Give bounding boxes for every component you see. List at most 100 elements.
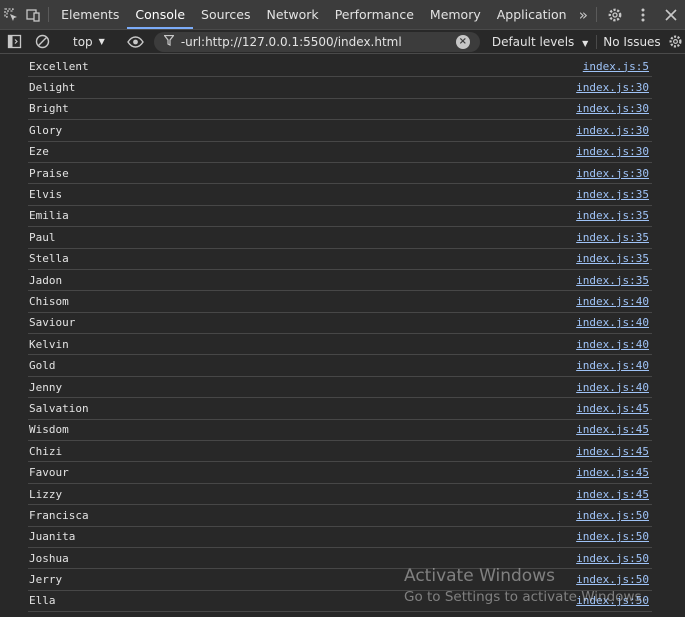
console-source-link[interactable]: index.js:35 [576, 209, 652, 222]
console-source-link[interactable]: index.js:30 [576, 124, 652, 137]
console-source-link[interactable]: index.js:50 [576, 509, 652, 522]
console-source-link[interactable]: index.js:45 [576, 466, 652, 479]
console-source-link[interactable]: index.js:30 [576, 81, 652, 94]
console-message-text: Ella [29, 594, 56, 608]
console-message: Gold index.js:40 [28, 355, 652, 377]
console-message-text: Jadon [29, 273, 63, 287]
toolbar-divider [596, 7, 598, 22]
console-source-link[interactable]: index.js:45 [576, 402, 652, 415]
console-message-text: Excellent [29, 59, 89, 73]
device-toolbar-icon[interactable] [22, 0, 44, 29]
tab-memory[interactable]: Memory [422, 0, 489, 29]
console-message-text: Joshua [29, 551, 69, 565]
filter-input[interactable] [180, 34, 456, 49]
console-message: Eze index.js:30 [28, 142, 652, 163]
console-message: Saviour index.js:40 [28, 313, 652, 335]
console-message-text: Chizi [29, 444, 63, 458]
console-message: Chizi index.js:45 [28, 441, 652, 463]
chevron-down-icon: ▼ [98, 37, 105, 46]
inspect-element-icon[interactable] [0, 0, 22, 29]
console-message-text: Delight [29, 81, 76, 95]
console-source-link[interactable]: index.js:35 [576, 252, 652, 265]
console-source-link[interactable]: index.js:40 [576, 295, 652, 308]
console-message: Delight index.js:30 [28, 77, 652, 99]
console-message-text: Jerry [29, 573, 63, 587]
context-selector[interactable]: top ▼ [65, 35, 113, 49]
console-message: Lizzy index.js:45 [28, 484, 652, 506]
console-message: Stella index.js:35 [28, 249, 652, 270]
issues-counter[interactable]: No Issues [596, 34, 666, 49]
console-message: Paul index.js:35 [28, 227, 652, 249]
console-message: Jadon index.js:35 [28, 270, 652, 292]
console-toolbar: top ▼ × Default levels ▼ No Issues [0, 30, 685, 54]
kebab-menu-icon[interactable] [629, 0, 657, 29]
console-message: Favour index.js:45 [28, 462, 652, 484]
close-icon[interactable] [657, 0, 685, 29]
windows-activation-watermark: Activate Windows Go to Settings to activ… [404, 566, 646, 605]
console-message-text: Wisdom [29, 423, 69, 437]
console-message-text: Saviour [29, 316, 76, 330]
tab-application[interactable]: Application [489, 0, 575, 29]
log-levels-label: Default levels [491, 34, 575, 49]
console-source-link[interactable]: index.js:35 [576, 188, 652, 201]
chevron-down-icon: ▼ [582, 38, 589, 48]
watermark-subtitle: Go to Settings to activate Windows. [404, 589, 646, 605]
console-message-text: Bright [29, 102, 69, 116]
tab-elements[interactable]: Elements [53, 0, 127, 29]
more-tabs-chevron-icon[interactable]: » [575, 0, 592, 29]
gear-icon[interactable] [601, 0, 629, 29]
clear-filter-icon[interactable]: × [455, 34, 470, 49]
console-message-text: Chisom [29, 294, 69, 308]
console-source-link[interactable]: index.js:30 [576, 102, 652, 115]
console-message-text: Glory [29, 123, 63, 137]
console-message-text: Francisca [29, 508, 89, 522]
console-message-text: Stella [29, 252, 69, 266]
clear-console-icon[interactable] [28, 34, 56, 49]
console-source-link[interactable]: index.js:45 [576, 445, 652, 458]
console-source-link[interactable]: index.js:50 [576, 552, 652, 565]
console-message-text: Favour [29, 466, 69, 480]
console-source-link[interactable]: index.js:40 [576, 381, 652, 394]
sidebar-toggle-icon[interactable] [0, 34, 28, 49]
devtools-tabbar: Elements Console Sources Network Perform… [0, 0, 685, 30]
console-message-text: Juanita [29, 530, 76, 544]
tab-performance[interactable]: Performance [327, 0, 422, 29]
toolbar-divider [48, 7, 50, 22]
console-message: Glory index.js:30 [28, 120, 652, 142]
console-message: Emilia index.js:35 [28, 206, 652, 228]
console-source-link[interactable]: index.js:40 [576, 359, 652, 372]
log-levels-dropdown[interactable]: Default levels ▼ [480, 35, 596, 49]
tab-network[interactable]: Network [258, 0, 326, 29]
console-source-link[interactable]: index.js:45 [576, 423, 652, 436]
console-message-text: Paul [29, 230, 56, 244]
console-source-link[interactable]: index.js:5 [583, 60, 652, 73]
console-message-text: Kelvin [29, 337, 69, 351]
console-message-text: Jenny [29, 380, 63, 394]
console-message: Bright index.js:30 [28, 99, 652, 121]
console-message-text: Lizzy [29, 487, 63, 501]
console-message: Elvis index.js:35 [28, 184, 652, 206]
console-source-link[interactable]: index.js:30 [576, 167, 652, 180]
console-messages: Excellent index.js:5 Delight index.js:30 Bri… [28, 56, 652, 617]
tab-console[interactable]: Console [127, 0, 193, 29]
console-settings-gear-icon[interactable] [667, 34, 685, 49]
console-message: Excellent index.js:5 [28, 56, 652, 78]
filter-box[interactable]: × [153, 31, 480, 52]
watermark-title: Activate Windows [404, 566, 555, 586]
console-message-text: Praise [29, 166, 69, 180]
console-source-link[interactable]: index.js:45 [576, 488, 652, 501]
console-source-link[interactable]: index.js:50 [576, 530, 652, 543]
console-source-link[interactable]: index.js:35 [576, 274, 652, 287]
eye-icon[interactable] [122, 35, 150, 48]
console-source-link[interactable]: index.js:40 [576, 338, 652, 351]
console-message: Praise index.js:30 [28, 163, 652, 185]
console-message: Wisdom index.js:45 [28, 420, 652, 442]
console-message: Salvation index.js:45 [28, 398, 652, 420]
console-message: Juanita index.js:50 [28, 527, 652, 548]
console-source-link[interactable]: index.js:30 [576, 145, 652, 158]
console-message-text: Gold [29, 359, 56, 373]
tab-sources[interactable]: Sources [193, 0, 258, 29]
console-message: Jenny index.js:40 [28, 377, 652, 399]
console-source-link[interactable]: index.js:40 [576, 316, 652, 329]
console-source-link[interactable]: index.js:35 [576, 231, 652, 244]
